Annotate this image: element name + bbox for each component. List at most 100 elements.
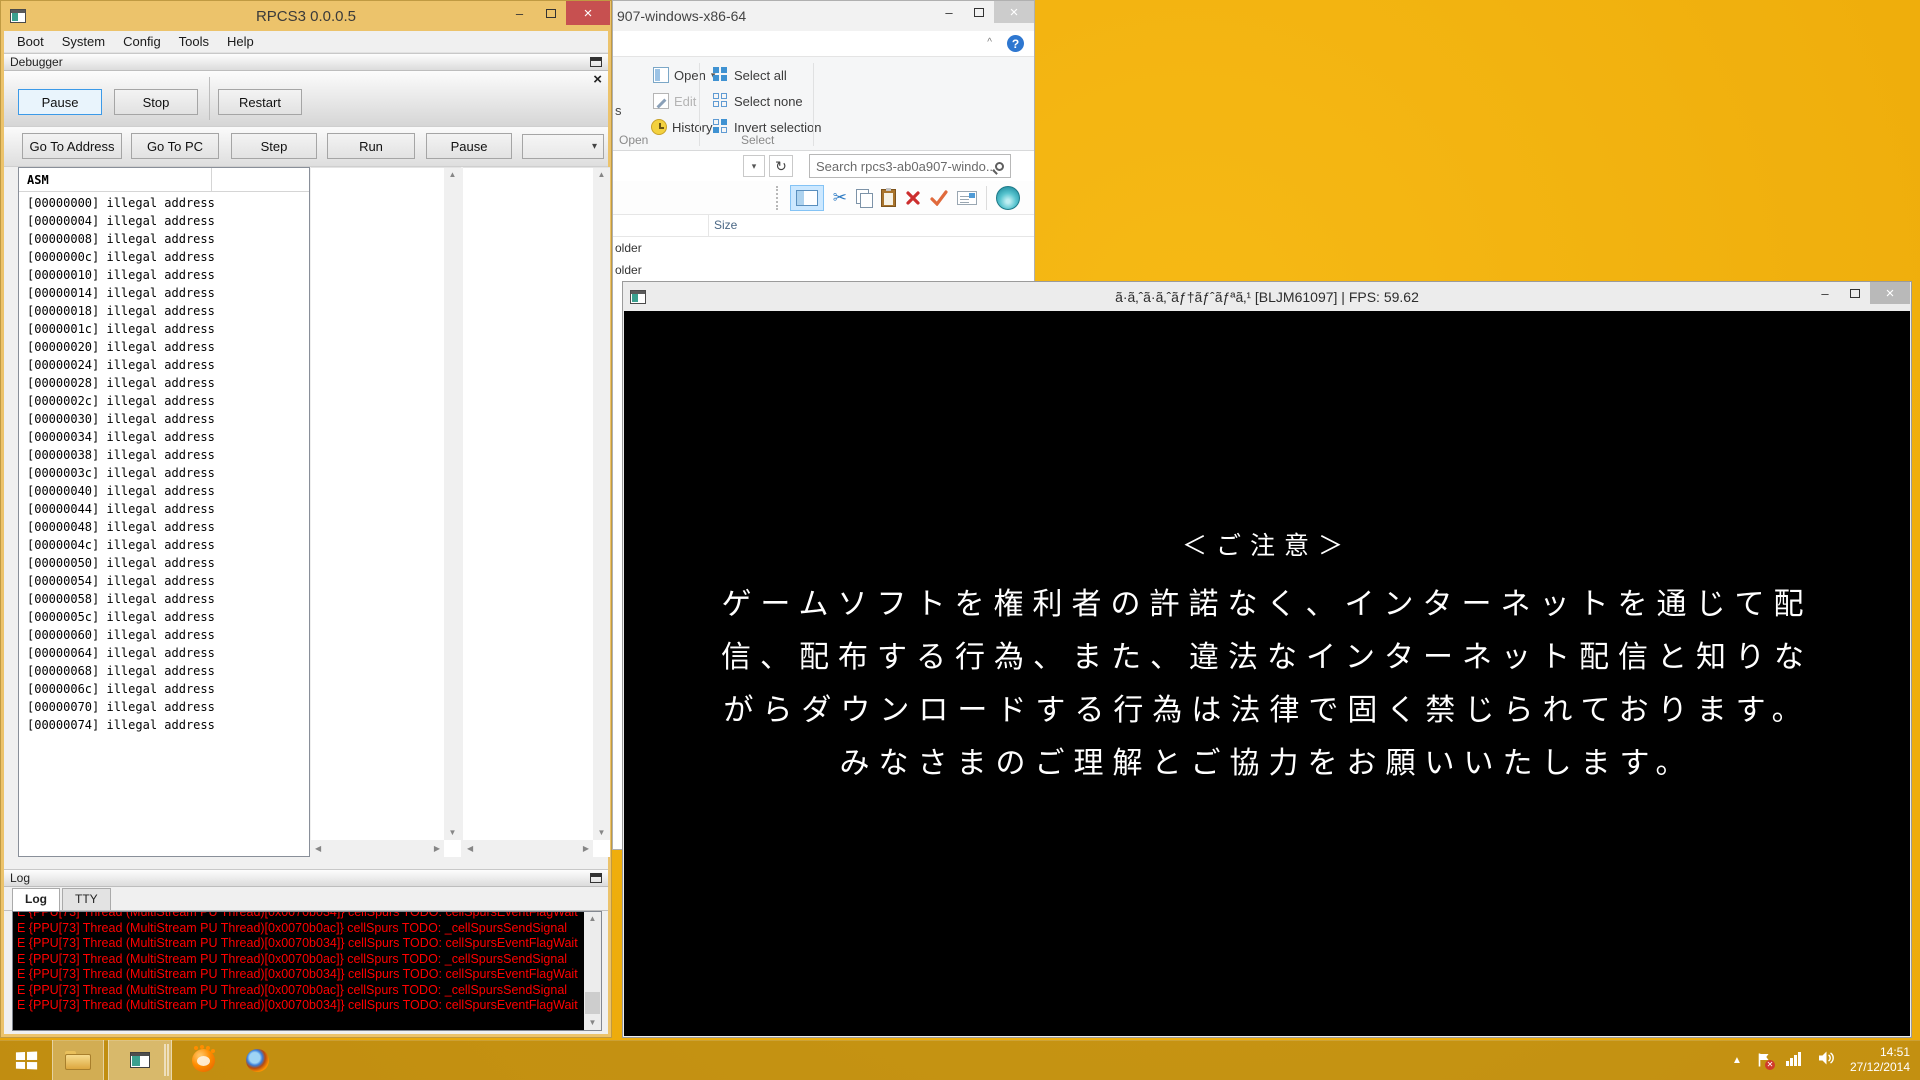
asm-row[interactable]: [0000001c] illegal address (27, 320, 309, 338)
log-dock-header[interactable]: Log (4, 869, 608, 887)
classic-shell-icon[interactable] (996, 186, 1020, 210)
goto-address-button[interactable]: Go To Address (22, 133, 122, 159)
asm-row[interactable]: [00000064] illegal address (27, 644, 309, 662)
asm-row[interactable]: [00000054] illegal address (27, 572, 309, 590)
asm-row[interactable]: [0000006c] illegal address (27, 680, 309, 698)
ribbon-edit-button[interactable]: Edit (653, 91, 696, 111)
tab-tty[interactable]: TTY (62, 888, 111, 910)
asm-row[interactable]: [00000024] illegal address (27, 356, 309, 374)
stop-button[interactable]: Stop (114, 89, 198, 115)
debugger-dock-header[interactable]: Debugger (4, 53, 608, 71)
asm-row[interactable]: [00000070] illegal address (27, 698, 309, 716)
address-dropdown-button[interactable]: ▾ (743, 155, 765, 177)
thread-select-dropdown[interactable]: ▾ (522, 134, 604, 159)
dock-float-icon[interactable] (590, 57, 602, 67)
tab-log[interactable]: Log (12, 888, 60, 911)
game-titlebar[interactable]: ã·ã‚ˆã·ã‚ˆãƒ†ãƒˆãƒªã‚¹ [BLJM61097] | FPS… (623, 282, 1911, 311)
asm-row[interactable]: [00000074] illegal address (27, 716, 309, 734)
scroll-down-icon[interactable]: ▼ (589, 1019, 597, 1027)
game-maximize-button[interactable] (1840, 282, 1870, 304)
asm-row[interactable]: [00000020] illegal address (27, 338, 309, 356)
menu-item[interactable]: Config (114, 32, 170, 51)
email-icon[interactable] (957, 191, 977, 205)
scroll-up-icon[interactable]: ▲ (589, 915, 597, 923)
show-hidden-icons-button[interactable]: ▲ (1732, 1055, 1742, 1066)
asm-row[interactable]: [00000038] illegal address (27, 446, 309, 464)
asm-row[interactable]: [00000028] illegal address (27, 374, 309, 392)
column-separator[interactable] (708, 215, 709, 236)
asm-row[interactable]: [00000060] illegal address (27, 626, 309, 644)
asm-row[interactable]: [0000000c] illegal address (27, 248, 309, 266)
scroll-right-icon[interactable]: ▶ (434, 845, 440, 853)
taskbar-file-explorer-button[interactable] (52, 1040, 104, 1080)
horizontal-scrollbar[interactable]: ◀ ▶ (463, 840, 593, 857)
rpcs3-maximize-button[interactable] (535, 1, 566, 25)
restart-button[interactable]: Restart (218, 89, 302, 115)
search-input[interactable]: Search rpcs3-ab0a907-windo... (809, 154, 1011, 178)
asm-row[interactable]: [00000058] illegal address (27, 590, 309, 608)
rpcs3-close-button[interactable]: × (566, 1, 610, 25)
vertical-scrollbar[interactable]: ▲ ▼ (444, 168, 461, 840)
menu-item[interactable]: Boot (8, 32, 53, 51)
scroll-right-icon[interactable]: ▶ (583, 845, 589, 853)
asm-row[interactable]: [00000040] illegal address (27, 482, 309, 500)
paste-icon[interactable] (881, 189, 896, 207)
help-icon[interactable]: ? (1007, 35, 1024, 52)
file-list-row[interactable]: older (615, 241, 642, 263)
menu-item[interactable]: Help (218, 32, 263, 51)
vertical-scrollbar[interactable]: ▲ ▼ (584, 912, 601, 1030)
pause-button[interactable]: Pause (18, 89, 102, 115)
horizontal-scrollbar[interactable]: ◀ ▶ (311, 840, 444, 857)
asm-row[interactable]: [00000034] illegal address (27, 428, 309, 446)
action-center-icon[interactable]: ✕ (1756, 1052, 1772, 1068)
taskbar-rpcs3-button[interactable] (108, 1040, 172, 1080)
explorer-minimize-button[interactable]: – (934, 1, 964, 23)
explorer-maximize-button[interactable] (964, 1, 994, 23)
step-button[interactable]: Step (231, 133, 317, 159)
toolbar-drag-handle[interactable] (776, 186, 779, 210)
ribbon-select-all-button[interactable]: Select all (713, 65, 787, 85)
run-button[interactable]: Run (327, 133, 415, 159)
ribbon-select-none-button[interactable]: Select none (713, 91, 803, 111)
asm-row[interactable]: [0000003c] illegal address (27, 464, 309, 482)
scroll-down-icon[interactable]: ▼ (598, 829, 606, 837)
asm-column-header[interactable]: ASM (19, 168, 309, 192)
asm-row[interactable]: [00000008] illegal address (27, 230, 309, 248)
delete-icon[interactable] (905, 190, 921, 206)
asm-row[interactable]: [00000004] illegal address (27, 212, 309, 230)
taskbar-gom-player-button[interactable] (178, 1040, 228, 1080)
asm-row[interactable]: [00000068] illegal address (27, 662, 309, 680)
scrollbar-thumb[interactable] (585, 992, 600, 1014)
checkmark-icon[interactable] (930, 190, 948, 206)
asm-row[interactable]: [00000044] illegal address (27, 500, 309, 518)
network-icon[interactable] (1786, 1050, 1804, 1071)
dock-float-icon[interactable] (590, 873, 602, 883)
explorer-close-button[interactable]: × (994, 1, 1034, 23)
debugger-close-icon[interactable]: × (593, 75, 602, 85)
game-close-button[interactable]: × (1870, 282, 1910, 304)
pause-button-2[interactable]: Pause (426, 133, 512, 159)
start-button[interactable] (0, 1040, 52, 1080)
ribbon-history-button[interactable]: History (651, 117, 712, 137)
cut-icon[interactable]: ✂ (833, 189, 847, 206)
asm-row[interactable]: [0000002c] illegal address (27, 392, 309, 410)
asm-row[interactable]: [00000050] illegal address (27, 554, 309, 572)
copy-icon[interactable] (856, 189, 872, 207)
goto-pc-button[interactable]: Go To PC (131, 133, 219, 159)
refresh-icon[interactable]: ↻ (769, 155, 793, 177)
asm-row[interactable]: [00000010] illegal address (27, 266, 309, 284)
asm-row[interactable]: [00000018] illegal address (27, 302, 309, 320)
taskbar-clock[interactable]: 14:51 27/12/2014 (1850, 1045, 1910, 1075)
rpcs3-minimize-button[interactable]: – (504, 1, 535, 25)
vertical-scrollbar[interactable]: ▲ ▼ (593, 168, 610, 840)
asm-row[interactable]: [0000005c] illegal address (27, 608, 309, 626)
taskbar-firefox-button[interactable] (232, 1040, 282, 1080)
scroll-left-icon[interactable]: ◀ (315, 845, 321, 853)
explorer-titlebar[interactable]: 907-windows-x86-64 – × (613, 1, 1034, 31)
scroll-left-icon[interactable]: ◀ (467, 845, 473, 853)
rpcs3-titlebar[interactable]: RPCS3 0.0.0.5 – × (1, 1, 611, 31)
asm-row[interactable]: [0000004c] illegal address (27, 536, 309, 554)
ribbon-open-button[interactable]: Open ▾ (653, 65, 715, 85)
ribbon-collapse-icon[interactable]: ^ (987, 37, 992, 48)
size-column-header[interactable]: Size (714, 218, 737, 232)
